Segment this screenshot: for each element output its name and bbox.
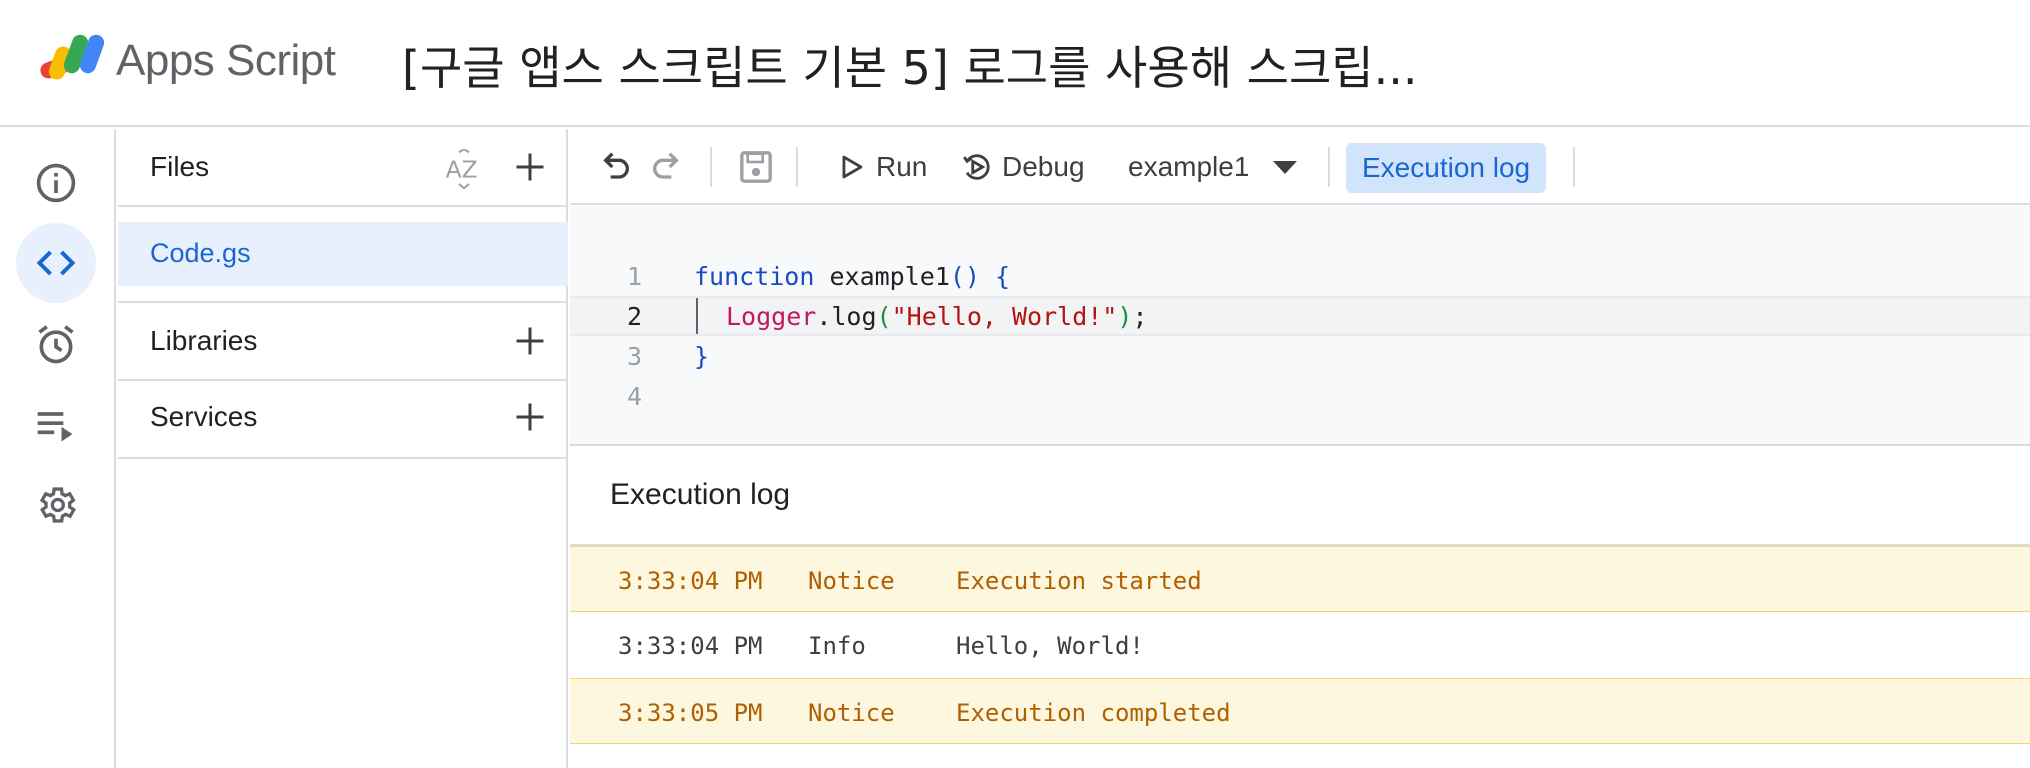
code-icon [36, 250, 76, 276]
indent-guide [696, 298, 698, 334]
run-label: Run [876, 151, 928, 182]
code-method: .log [816, 302, 877, 331]
toolbar-divider [1573, 147, 1575, 187]
debug-label: Debug [1002, 151, 1085, 182]
log-level: Notice [808, 567, 895, 595]
apps-script-logo[interactable] [38, 30, 108, 86]
editor-button[interactable] [16, 223, 96, 303]
files-section-header: Files AZ [118, 129, 568, 207]
code-line-current: 2 Logger.log("Hello, World!"); [570, 296, 2030, 336]
code-line: 1 function example1() { [570, 256, 2030, 296]
triggers-button[interactable] [16, 305, 96, 385]
code-editor[interactable]: 1 function example1() { 2 Logger.log("He… [570, 206, 2030, 446]
line-number: 1 [626, 262, 642, 291]
services-title: Services [150, 401, 258, 432]
function-select-value: example1 [1128, 151, 1250, 182]
executions-button[interactable] [16, 385, 96, 465]
line-number: 2 [626, 302, 642, 331]
play-icon [842, 155, 863, 179]
code-brace: } [694, 342, 710, 371]
log-row: 3:33:04 PM Notice Execution started [570, 546, 2030, 612]
libraries-title: Libraries [150, 325, 258, 356]
alarm-icon [38, 325, 74, 364]
debug-button[interactable]: Debug [960, 143, 1085, 191]
log-time: 3:33:05 PM [618, 699, 763, 727]
execution-log-panel: Execution log 3:33:04 PM Notice Executio… [570, 448, 2030, 768]
left-rail [0, 129, 116, 768]
code-keyword: function [694, 262, 815, 291]
editor-toolbar: Run Debug example1 Execution log [570, 129, 2030, 205]
project-title[interactable]: [구글 앱스 스크립트 기본 5] 로그를 사용해 스크립... [402, 32, 1417, 98]
log-row: 3:33:05 PM Notice Execution completed [570, 678, 2030, 744]
debug-icon [963, 154, 990, 180]
code-function-name: example1 [814, 262, 950, 291]
libraries-section: Libraries [118, 301, 568, 381]
project-settings-button[interactable] [16, 465, 96, 545]
save-icon[interactable] [736, 147, 776, 187]
redo-icon[interactable] [648, 147, 688, 187]
code-brace: () { [949, 262, 1011, 291]
app-name: Apps Script [116, 36, 336, 85]
file-item-code-gs[interactable]: Code.gs [118, 222, 568, 286]
files-panel: Files AZ Code.gs Libraries Services [118, 129, 568, 768]
add-service-icon[interactable] [512, 399, 548, 435]
overview-button[interactable] [16, 143, 96, 223]
line-number: 4 [626, 382, 642, 411]
run-button[interactable]: Run [834, 143, 927, 191]
execution-log-button[interactable]: Execution log [1346, 143, 1547, 193]
dropdown-caret-icon [1273, 160, 1298, 174]
line-number: 3 [626, 342, 642, 371]
log-message: Execution completed [956, 699, 1231, 727]
app-header: Apps Script [구글 앱스 스크립트 기본 5] 로그를 사용해 스크… [0, 0, 2030, 127]
code-paren: ) [1117, 302, 1133, 331]
add-library-icon[interactable] [512, 323, 548, 359]
code-semicolon: ; [1132, 302, 1148, 331]
toolbar-divider [1328, 147, 1330, 187]
sort-az-icon[interactable]: AZ [444, 149, 484, 189]
function-select[interactable]: example1 [1128, 143, 1298, 191]
code-line: 3 } [570, 336, 2030, 376]
log-level: Info [808, 632, 866, 660]
log-time: 3:33:04 PM [618, 567, 763, 595]
add-file-icon[interactable] [512, 149, 548, 185]
code-object: Logger [726, 302, 817, 331]
log-message: Execution started [956, 567, 1202, 595]
file-name: Code.gs [150, 238, 251, 268]
log-level: Notice [808, 699, 895, 727]
svg-text:AZ: AZ [446, 155, 478, 183]
log-time: 3:33:04 PM [618, 632, 763, 660]
gear-icon [39, 487, 76, 523]
code-string: "Hello, World!" [891, 302, 1118, 331]
code-paren: ( [876, 302, 892, 331]
execution-log-title: Execution log [610, 478, 791, 511]
executions-icon [37, 412, 73, 442]
files-title: Files [150, 151, 210, 182]
info-icon [36, 163, 76, 203]
code-line: 4 [570, 376, 2030, 416]
toolbar-divider [796, 147, 798, 187]
log-row: 3:33:04 PM Info Hello, World! [570, 612, 2030, 678]
undo-icon[interactable] [594, 147, 634, 187]
toolbar-divider [710, 147, 712, 187]
log-message: Hello, World! [956, 632, 1144, 660]
services-section: Services [118, 381, 568, 459]
